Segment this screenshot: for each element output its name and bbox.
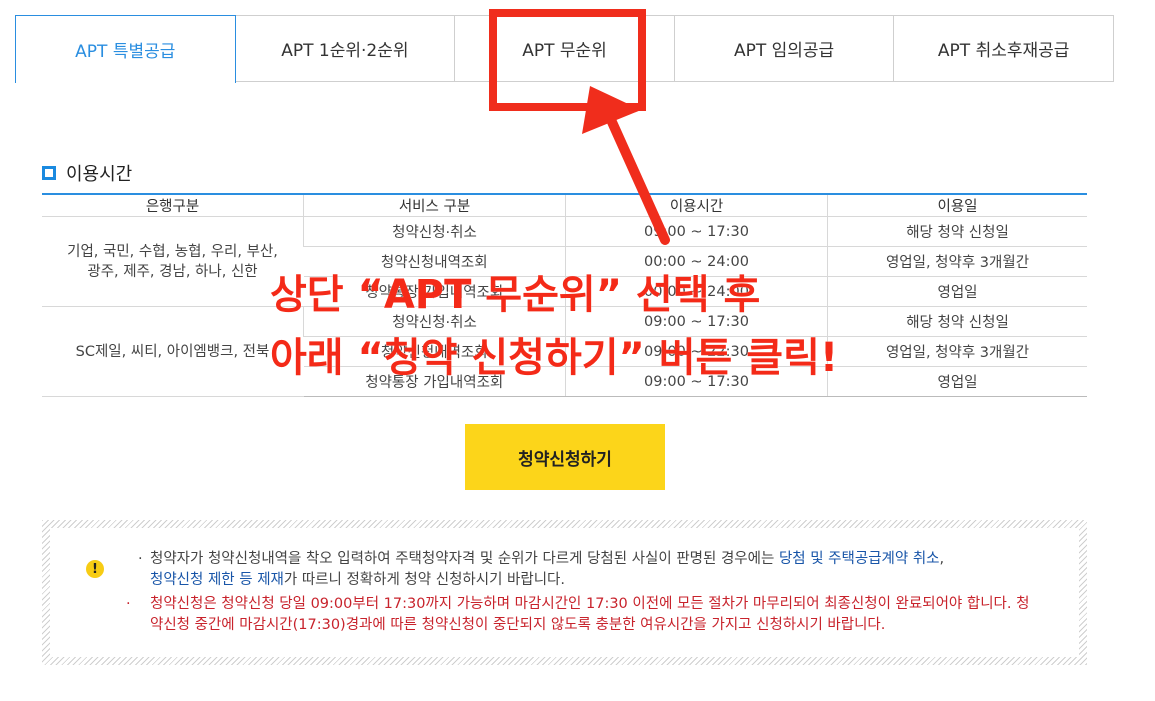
annotation-line-2: 아래 “청약 신청하기” 버튼 클릭! — [270, 335, 839, 381]
annotation-line-1: 상단 “APT 무순위” 선택 후 — [270, 272, 761, 318]
